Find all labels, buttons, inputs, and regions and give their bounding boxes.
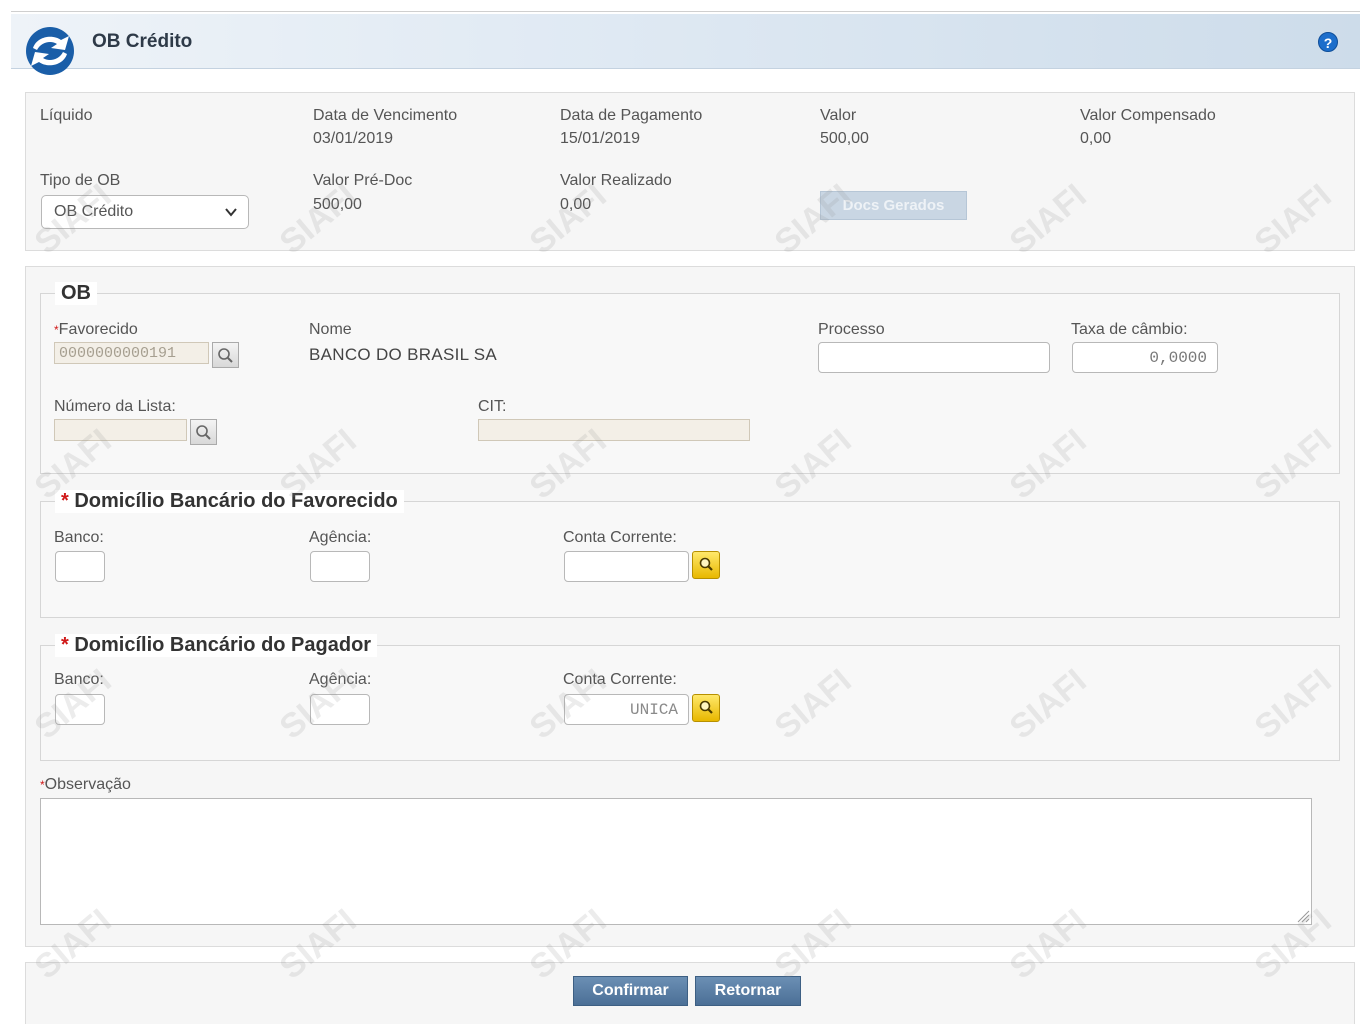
magnifier-icon <box>699 700 713 714</box>
title-bar <box>11 14 1360 69</box>
help-icon[interactable]: ? <box>1318 32 1338 52</box>
cit-label: CIT: <box>478 398 507 415</box>
observacao-label-text: Observação <box>44 776 131 793</box>
domicilio-favorecido-legend-text: Domicílio Bancário do Favorecido <box>74 490 398 512</box>
required-mark: * <box>61 490 69 512</box>
pag-conta-search-button[interactable] <box>692 694 720 722</box>
pag-banco-input[interactable] <box>55 694 105 725</box>
retornar-button[interactable]: Retornar <box>695 976 801 1006</box>
taxa-cambio-label: Taxa de câmbio: <box>1071 321 1188 338</box>
valor-value: 500,00 <box>820 130 869 147</box>
domicilio-pagador-legend: * Domicílio Bancário do Pagador <box>55 634 378 657</box>
pagamento-value: 15/01/2019 <box>560 130 641 147</box>
favorecido-input[interactable]: 0000000000191 <box>54 342 209 364</box>
page-title: OB Crédito <box>92 31 193 52</box>
numero-lista-label: Número da Lista: <box>54 398 176 415</box>
magnifier-icon <box>218 348 233 363</box>
nome-value: BANCO DO BRASIL SA <box>309 345 498 364</box>
favorecido-label: *Favorecido <box>54 321 138 339</box>
magnifier-icon <box>699 557 713 571</box>
valor-label: Valor <box>820 107 857 124</box>
domicilio-favorecido-legend: * Domicílio Bancário do Favorecido <box>55 490 404 513</box>
valor-compensado-label: Valor Compensado <box>1080 107 1216 124</box>
valor-compensado-value: 0,00 <box>1080 130 1112 147</box>
fav-banco-input[interactable] <box>55 551 105 582</box>
valor-realizado-label: Valor Realizado <box>560 172 672 189</box>
cit-input[interactable] <box>478 419 750 441</box>
pag-agencia-label: Agência: <box>309 671 372 688</box>
fav-banco-label: Banco: <box>54 529 104 546</box>
fav-conta-label: Conta Corrente: <box>563 529 677 546</box>
fav-conta-search-button[interactable] <box>692 551 720 579</box>
top-rule <box>11 11 1360 12</box>
vencimento-label: Data de Vencimento <box>313 107 458 124</box>
tipo-ob-select[interactable]: OB Crédito <box>41 195 249 229</box>
pagamento-label: Data de Pagamento <box>560 107 703 124</box>
domicilio-pagador-fieldset <box>40 645 1340 761</box>
fav-agencia-label: Agência: <box>309 529 372 546</box>
favorecido-search-button[interactable] <box>212 342 239 368</box>
footer-panel <box>25 962 1355 1024</box>
numero-lista-search-button[interactable] <box>190 419 217 445</box>
pag-conta-label: Conta Corrente: <box>563 671 677 688</box>
domicilio-favorecido-fieldset <box>40 501 1340 618</box>
tipo-ob-selected: OB Crédito <box>54 203 134 220</box>
numero-lista-input[interactable] <box>54 419 187 441</box>
valor-predoc-value: 500,00 <box>313 196 362 213</box>
pag-agencia-input[interactable] <box>310 694 370 725</box>
resize-handle-icon[interactable] <box>1296 909 1310 923</box>
tipo-ob-label: Tipo de OB <box>40 172 121 189</box>
vencimento-value: 03/01/2019 <box>313 130 394 147</box>
domicilio-pagador-legend-text: Domicílio Bancário do Pagador <box>74 634 372 656</box>
taxa-cambio-input[interactable]: 0,0000 <box>1072 342 1218 373</box>
favorecido-label-text: Favorecido <box>58 321 138 338</box>
ob-legend: OB <box>55 282 97 305</box>
pag-conta-input[interactable]: UNICA <box>564 694 689 725</box>
confirmar-button[interactable]: Confirmar <box>573 976 688 1006</box>
processo-input[interactable] <box>818 342 1050 373</box>
docs-gerados-button[interactable]: Docs Gerados <box>820 191 967 220</box>
nome-label: Nome <box>309 321 352 338</box>
chevron-down-icon <box>225 208 237 217</box>
processo-label: Processo <box>818 321 885 338</box>
observacao-label: *Observação <box>40 776 131 794</box>
magnifier-icon <box>196 425 211 440</box>
observacao-textarea[interactable] <box>40 798 1312 925</box>
required-mark: * <box>61 634 69 656</box>
valor-realizado-value: 0,00 <box>560 196 592 213</box>
siafi-logo-icon <box>26 27 74 75</box>
pag-banco-label: Banco: <box>54 671 104 688</box>
liquido-label: Líquido <box>40 107 93 124</box>
fav-conta-input[interactable] <box>564 551 689 582</box>
fav-agencia-input[interactable] <box>310 551 370 582</box>
valor-predoc-label: Valor Pré-Doc <box>313 172 413 189</box>
